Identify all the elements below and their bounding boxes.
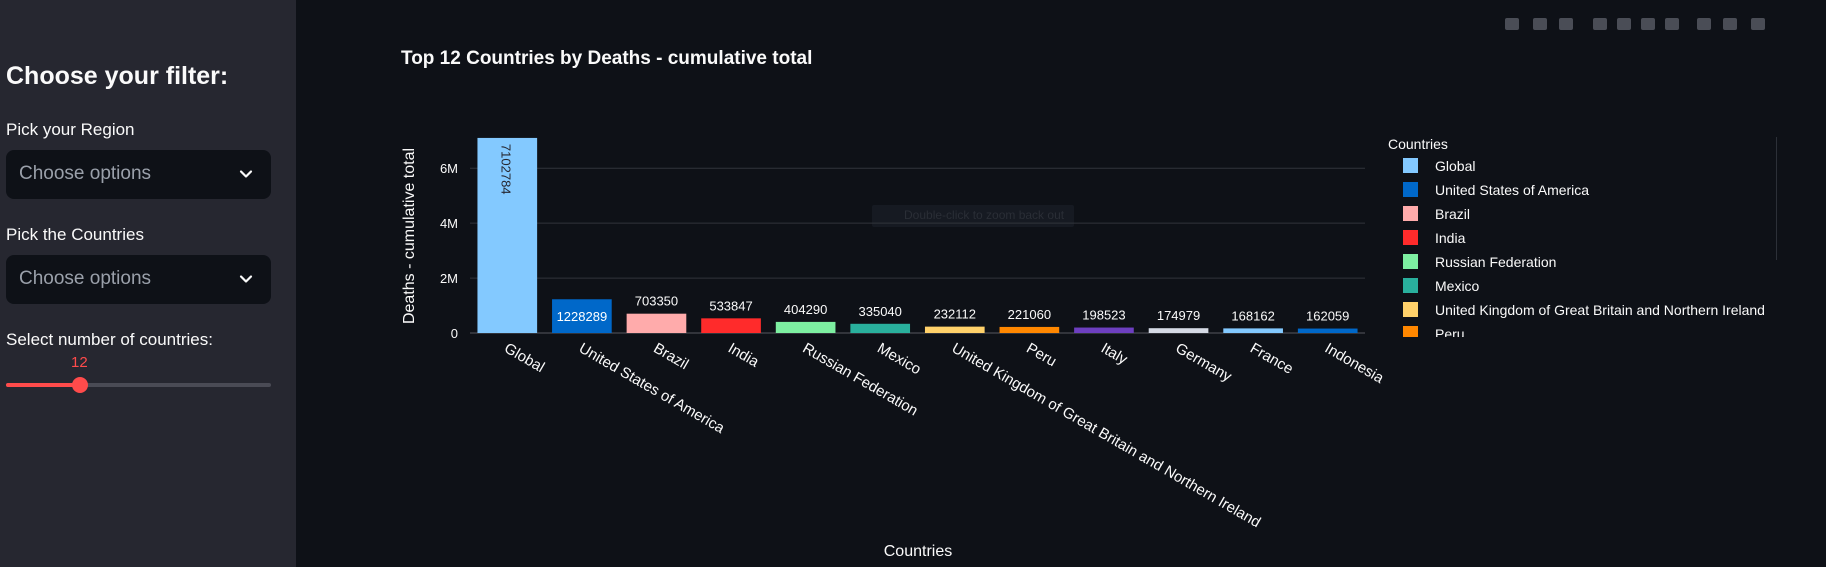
legend-item[interactable]: Peru — [1435, 326, 1465, 342]
bar[interactable] — [1223, 328, 1283, 333]
legend-scrollbar[interactable] — [1776, 137, 1777, 260]
legend-item[interactable]: India — [1435, 230, 1466, 246]
x-tick-label: India — [725, 340, 762, 371]
data-label: 174979 — [1157, 308, 1200, 323]
legend-item[interactable]: Brazil — [1435, 206, 1470, 222]
data-label: 533847 — [709, 298, 752, 313]
legend-swatch[interactable] — [1403, 278, 1418, 293]
legend-swatch[interactable] — [1403, 254, 1418, 269]
bar[interactable] — [1148, 328, 1209, 333]
y-tick-label: 2M — [440, 271, 458, 286]
bar[interactable] — [1297, 328, 1358, 333]
data-label: 7102784 — [498, 144, 513, 195]
bar-chart[interactable]: 0 2M 4M 6M 7102784 Global 1228289 United States… — [0, 0, 1826, 567]
legend-swatch[interactable] — [1403, 302, 1418, 317]
legend-item[interactable]: United Kingdom of Great Britain and Nort… — [1435, 302, 1765, 318]
y-tick-label: 6M — [440, 161, 458, 176]
bar[interactable] — [775, 321, 836, 333]
legend-swatch[interactable] — [1403, 326, 1418, 341]
x-axis-title: Countries — [884, 543, 952, 560]
y-tick-label: 0 — [451, 326, 458, 341]
data-label: 198523 — [1082, 308, 1125, 323]
legend-swatch[interactable] — [1403, 206, 1418, 221]
bar[interactable] — [1074, 327, 1134, 333]
x-tick-label: Global — [501, 340, 547, 376]
x-tick-label: Indonesia — [1322, 340, 1387, 388]
legend-swatch[interactable] — [1403, 230, 1418, 245]
legend-title: Countries — [1388, 136, 1448, 152]
legend-item[interactable]: Russian Federation — [1435, 254, 1556, 270]
data-label: 221060 — [1008, 307, 1051, 322]
y-axis-title: Deaths - cumulative total — [401, 148, 418, 324]
bar[interactable] — [924, 326, 985, 333]
legend-item[interactable]: Mexico — [1435, 278, 1480, 294]
x-tick-label: Brazil — [650, 340, 691, 373]
bar[interactable] — [626, 313, 687, 333]
data-label: 335040 — [859, 304, 902, 319]
x-tick-label: France — [1247, 340, 1296, 378]
data-label: 404290 — [784, 302, 827, 317]
bar[interactable] — [850, 323, 911, 333]
data-label: 232112 — [934, 307, 976, 322]
data-label: 1228289 — [557, 309, 608, 324]
legend-swatch[interactable] — [1403, 182, 1418, 197]
data-label: 162059 — [1306, 309, 1349, 324]
bar[interactable] — [701, 318, 761, 333]
x-tick-label: Germany — [1173, 340, 1235, 386]
x-tick-label: Peru — [1023, 340, 1059, 371]
legend-item[interactable]: United States of America — [1435, 182, 1589, 198]
y-tick-label: 4M — [440, 216, 458, 231]
bar[interactable] — [999, 326, 1060, 333]
data-label: 703350 — [635, 294, 678, 309]
legend-item[interactable]: Global — [1435, 158, 1475, 174]
legend-swatch[interactable] — [1403, 158, 1418, 173]
x-tick-label: Italy — [1098, 340, 1131, 369]
data-label: 168162 — [1231, 308, 1274, 323]
x-tick-label: Mexico — [874, 340, 924, 378]
